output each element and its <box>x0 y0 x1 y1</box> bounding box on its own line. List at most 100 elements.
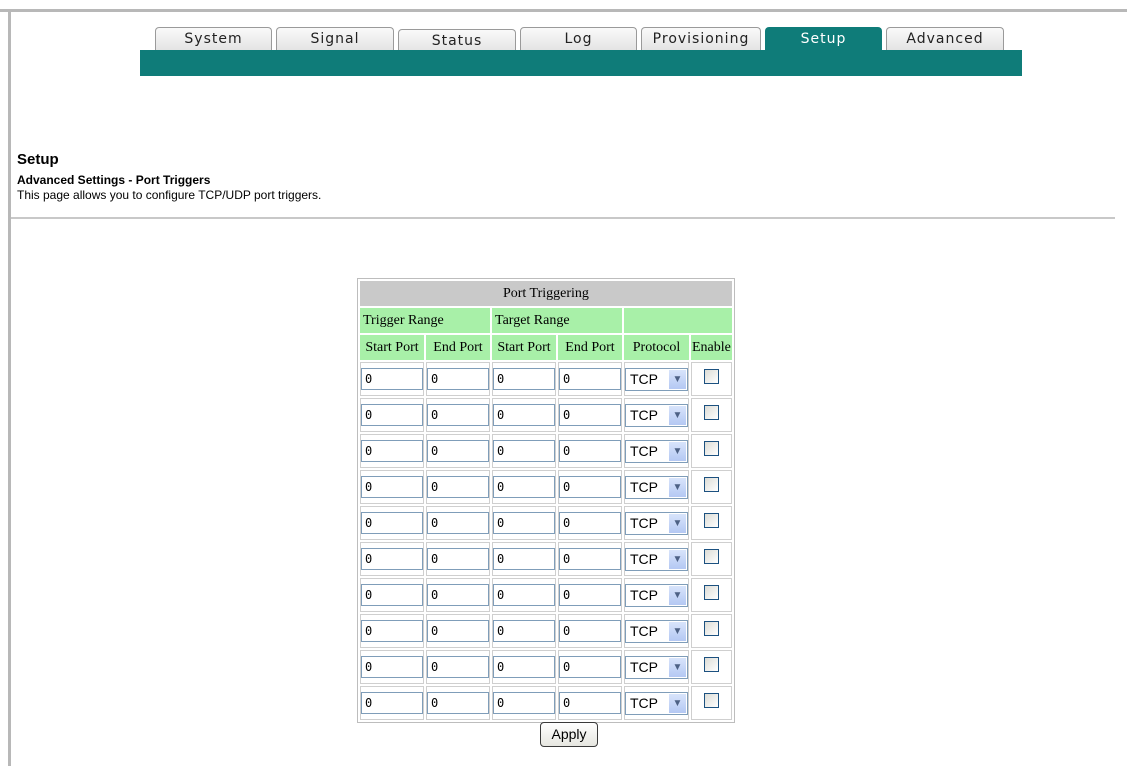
protocol-select[interactable]: TCP ▼ <box>625 475 688 499</box>
port-cell <box>558 434 622 468</box>
protocol-value: TCP <box>630 695 658 711</box>
tab-status[interactable]: Status <box>398 29 516 52</box>
protocol-select[interactable]: TCP ▼ <box>625 583 688 607</box>
col-target-end-port: End Port <box>558 335 622 360</box>
trigger-start-port-input[interactable] <box>361 476 423 498</box>
table-row: TCP ▼ <box>360 362 732 396</box>
protocol-select[interactable]: TCP ▼ <box>625 619 688 643</box>
target-start-port-input[interactable] <box>493 584 555 606</box>
protocol-cell: TCP ▼ <box>624 578 689 612</box>
chevron-down-icon[interactable]: ▼ <box>669 621 686 641</box>
target-start-port-input[interactable] <box>493 512 555 534</box>
trigger-start-port-input[interactable] <box>361 512 423 534</box>
trigger-end-port-input[interactable] <box>427 476 489 498</box>
trigger-start-port-input[interactable] <box>361 404 423 426</box>
protocol-select[interactable]: TCP ▼ <box>625 403 688 427</box>
trigger-start-port-input[interactable] <box>361 548 423 570</box>
table-body: TCP ▼ TCP ▼ TCP ▼ TCP ▼ TCP ▼ TCP ▼ TCP ▼ TCP ▼ TCP ▼ TCP ▼ <box>360 362 732 720</box>
trigger-end-port-input[interactable] <box>427 440 489 462</box>
target-end-port-input[interactable] <box>559 404 621 426</box>
port-cell <box>426 434 490 468</box>
window-frame-left <box>8 9 11 766</box>
trigger-start-port-input[interactable] <box>361 656 423 678</box>
trigger-start-port-input[interactable] <box>361 440 423 462</box>
port-cell <box>360 542 424 576</box>
chevron-down-icon[interactable]: ▼ <box>669 657 686 677</box>
port-cell <box>492 398 556 432</box>
protocol-select[interactable]: TCP ▼ <box>625 655 688 679</box>
target-start-port-input[interactable] <box>493 692 555 714</box>
target-start-port-input[interactable] <box>493 548 555 570</box>
chevron-down-icon[interactable]: ▼ <box>669 693 686 713</box>
enable-cell <box>691 362 732 396</box>
protocol-select[interactable]: TCP ▼ <box>625 691 688 715</box>
chevron-down-icon[interactable]: ▼ <box>669 513 686 533</box>
target-end-port-input[interactable] <box>559 656 621 678</box>
protocol-select[interactable]: TCP ▼ <box>625 547 688 571</box>
chevron-down-icon[interactable]: ▼ <box>669 549 686 569</box>
table-row: TCP ▼ <box>360 470 732 504</box>
chevron-down-icon[interactable]: ▼ <box>669 477 686 497</box>
port-cell <box>360 470 424 504</box>
trigger-end-port-input[interactable] <box>427 512 489 534</box>
enable-checkbox[interactable] <box>703 513 719 528</box>
target-end-port-input[interactable] <box>559 620 621 642</box>
chevron-down-icon[interactable]: ▼ <box>669 585 686 605</box>
enable-checkbox[interactable] <box>703 657 719 672</box>
protocol-value: TCP <box>630 515 658 531</box>
target-start-port-input[interactable] <box>493 404 555 426</box>
target-end-port-input[interactable] <box>559 692 621 714</box>
chevron-down-icon[interactable]: ▼ <box>669 441 686 461</box>
target-end-port-input[interactable] <box>559 440 621 462</box>
trigger-end-port-input[interactable] <box>427 548 489 570</box>
tab-log[interactable]: Log <box>520 27 637 50</box>
port-cell <box>360 362 424 396</box>
enable-checkbox[interactable] <box>703 369 719 384</box>
trigger-end-port-input[interactable] <box>427 620 489 642</box>
tab-signal[interactable]: Signal <box>276 27 394 50</box>
port-cell <box>492 470 556 504</box>
target-start-port-input[interactable] <box>493 368 555 390</box>
enable-checkbox[interactable] <box>703 585 719 600</box>
protocol-select[interactable]: TCP ▼ <box>625 367 688 391</box>
enable-checkbox[interactable] <box>703 621 719 636</box>
target-start-port-input[interactable] <box>493 476 555 498</box>
enable-checkbox[interactable] <box>703 441 719 456</box>
trigger-end-port-input[interactable] <box>427 368 489 390</box>
tab-advanced[interactable]: Advanced <box>886 27 1004 50</box>
port-cell <box>426 470 490 504</box>
protocol-select[interactable]: TCP ▼ <box>625 511 688 535</box>
tab-provisioning[interactable]: Provisioning <box>641 27 761 50</box>
trigger-start-port-input[interactable] <box>361 692 423 714</box>
target-end-port-input[interactable] <box>559 368 621 390</box>
trigger-end-port-input[interactable] <box>427 692 489 714</box>
target-end-port-input[interactable] <box>559 584 621 606</box>
enable-checkbox[interactable] <box>703 693 719 708</box>
chevron-down-icon[interactable]: ▼ <box>669 369 686 389</box>
enable-cell <box>691 578 732 612</box>
trigger-start-port-input[interactable] <box>361 620 423 642</box>
target-start-port-input[interactable] <box>493 440 555 462</box>
target-end-port-input[interactable] <box>559 512 621 534</box>
page-title: Setup <box>17 151 59 168</box>
tab-bar-strip <box>140 50 1022 76</box>
trigger-end-port-input[interactable] <box>427 656 489 678</box>
protocol-select[interactable]: TCP ▼ <box>625 439 688 463</box>
target-end-port-input[interactable] <box>559 476 621 498</box>
tab-setup[interactable]: Setup <box>765 27 882 50</box>
chevron-down-icon[interactable]: ▼ <box>669 405 686 425</box>
enable-checkbox[interactable] <box>703 405 719 420</box>
trigger-start-port-input[interactable] <box>361 584 423 606</box>
apply-button[interactable]: Apply <box>540 722 598 747</box>
target-end-port-input[interactable] <box>559 548 621 570</box>
tab-system[interactable]: System <box>155 27 272 50</box>
protocol-cell: TCP ▼ <box>624 650 689 684</box>
protocol-cell: TCP ▼ <box>624 470 689 504</box>
trigger-start-port-input[interactable] <box>361 368 423 390</box>
trigger-end-port-input[interactable] <box>427 404 489 426</box>
trigger-end-port-input[interactable] <box>427 584 489 606</box>
target-start-port-input[interactable] <box>493 656 555 678</box>
enable-checkbox[interactable] <box>703 477 719 492</box>
target-start-port-input[interactable] <box>493 620 555 642</box>
enable-checkbox[interactable] <box>703 549 719 564</box>
